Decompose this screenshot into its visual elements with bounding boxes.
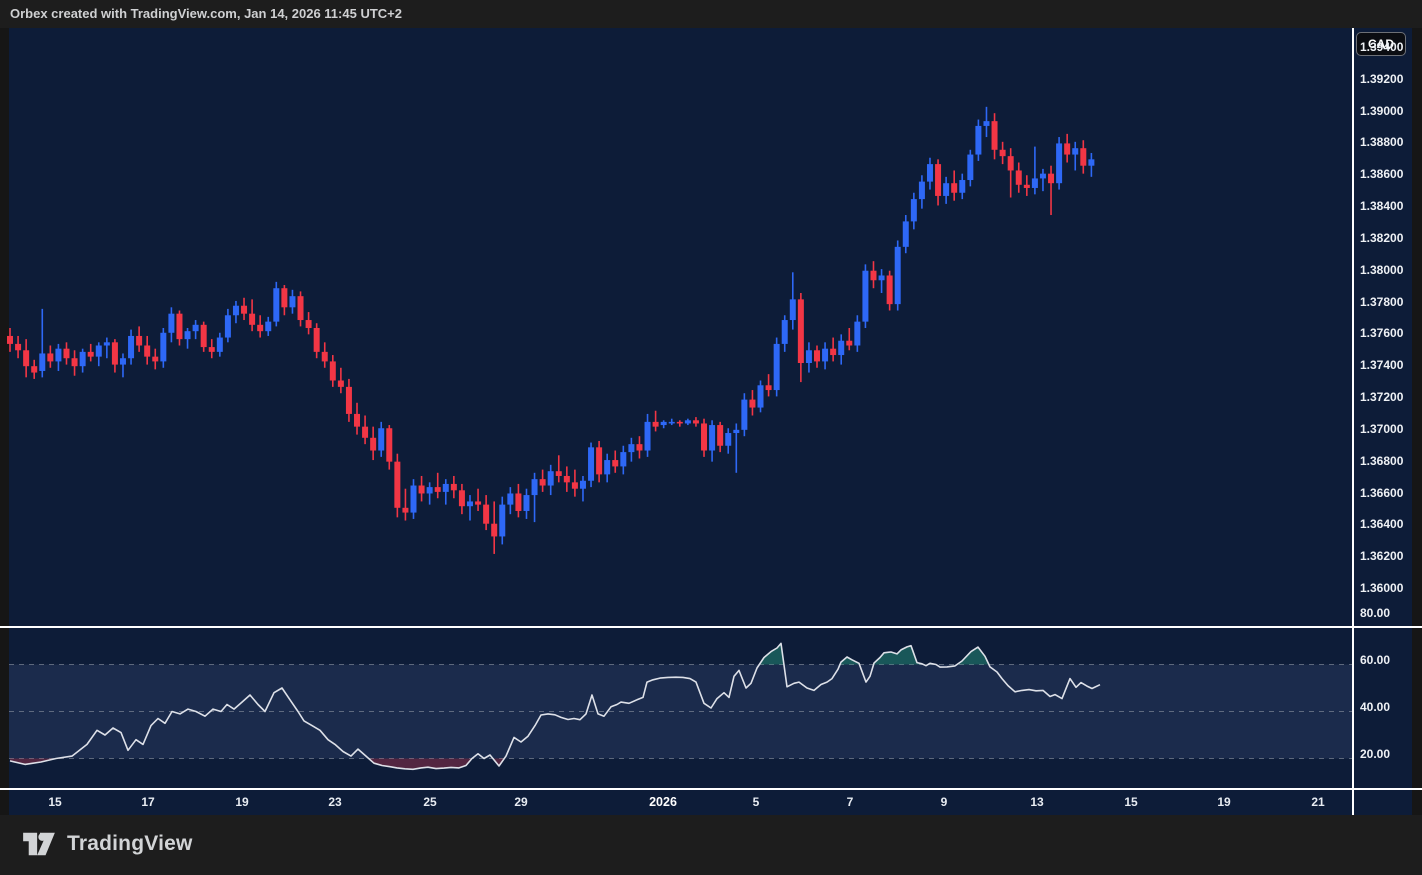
chart-watermark-title: Orbex created with TradingView.com, Jan … bbox=[10, 6, 402, 21]
price-axis-label: 1.39400 bbox=[1360, 40, 1403, 54]
indicator-axis-label: 80.00 bbox=[1360, 606, 1390, 620]
time-axis-label: 19 bbox=[235, 790, 248, 815]
tradingview-logo-text: TradingView bbox=[67, 832, 193, 856]
price-axis-label: 1.36600 bbox=[1360, 486, 1403, 500]
chart-region[interactable]: CAD 1.394001.392001.390001.388001.386001… bbox=[0, 28, 1422, 815]
price-axis-label: 1.37200 bbox=[1360, 390, 1403, 404]
price-axis-label: 1.39200 bbox=[1360, 72, 1403, 86]
price-axis-label: 1.38200 bbox=[1360, 231, 1403, 245]
time-axis-label: 19 bbox=[1217, 790, 1230, 815]
price-axis-label: 1.38000 bbox=[1360, 263, 1403, 277]
bottom-bar: TradingView bbox=[0, 815, 1422, 875]
time-axis-label: 21 bbox=[1311, 790, 1324, 815]
time-axis[interactable]: 15 17 19 23 25 29 2026 5 7 9 13 15 19 21 bbox=[0, 790, 1352, 815]
time-axis-label: 9 bbox=[941, 790, 948, 815]
time-axis-label: 15 bbox=[48, 790, 61, 815]
price-axis-label: 1.38800 bbox=[1360, 135, 1403, 149]
indicator-axis-label: 20.00 bbox=[1360, 747, 1390, 761]
price-axis-label: 1.37800 bbox=[1360, 295, 1403, 309]
price-axis-label: 1.37400 bbox=[1360, 358, 1403, 372]
time-axis-label: 5 bbox=[753, 790, 760, 815]
price-axis-label: 1.36200 bbox=[1360, 549, 1403, 563]
pane-separator[interactable] bbox=[0, 626, 1422, 628]
indicator-axis-label: 60.00 bbox=[1360, 653, 1390, 667]
price-axis-label: 1.39000 bbox=[1360, 104, 1403, 118]
price-axis-label: 1.37000 bbox=[1360, 422, 1403, 436]
price-axis-label: 1.36800 bbox=[1360, 454, 1403, 468]
time-axis-label: 7 bbox=[847, 790, 854, 815]
chart-watermark-bar: Orbex created with TradingView.com, Jan … bbox=[0, 0, 1422, 28]
tradingview-logo-icon bbox=[22, 830, 56, 858]
price-axis-label: 1.36000 bbox=[1360, 581, 1403, 595]
time-axis-label: 15 bbox=[1124, 790, 1137, 815]
price-axis[interactable]: CAD 1.394001.392001.390001.388001.386001… bbox=[1354, 28, 1412, 788]
price-axis-label: 1.37600 bbox=[1360, 326, 1403, 340]
candlestick-chart[interactable] bbox=[0, 28, 1422, 815]
time-axis-label: 17 bbox=[141, 790, 154, 815]
time-axis-label: 29 bbox=[514, 790, 527, 815]
price-axis-label: 1.38600 bbox=[1360, 167, 1403, 181]
price-axis-label: 1.36400 bbox=[1360, 517, 1403, 531]
time-axis-label: 23 bbox=[328, 790, 341, 815]
trading-chart-window: Orbex created with TradingView.com, Jan … bbox=[0, 0, 1422, 875]
price-axis-label: 1.38400 bbox=[1360, 199, 1403, 213]
indicator-axis-label: 40.00 bbox=[1360, 700, 1390, 714]
tradingview-logo[interactable]: TradingView bbox=[22, 830, 193, 858]
time-axis-label: 2026 bbox=[649, 790, 677, 815]
time-axis-label: 25 bbox=[423, 790, 436, 815]
time-axis-label: 13 bbox=[1030, 790, 1043, 815]
